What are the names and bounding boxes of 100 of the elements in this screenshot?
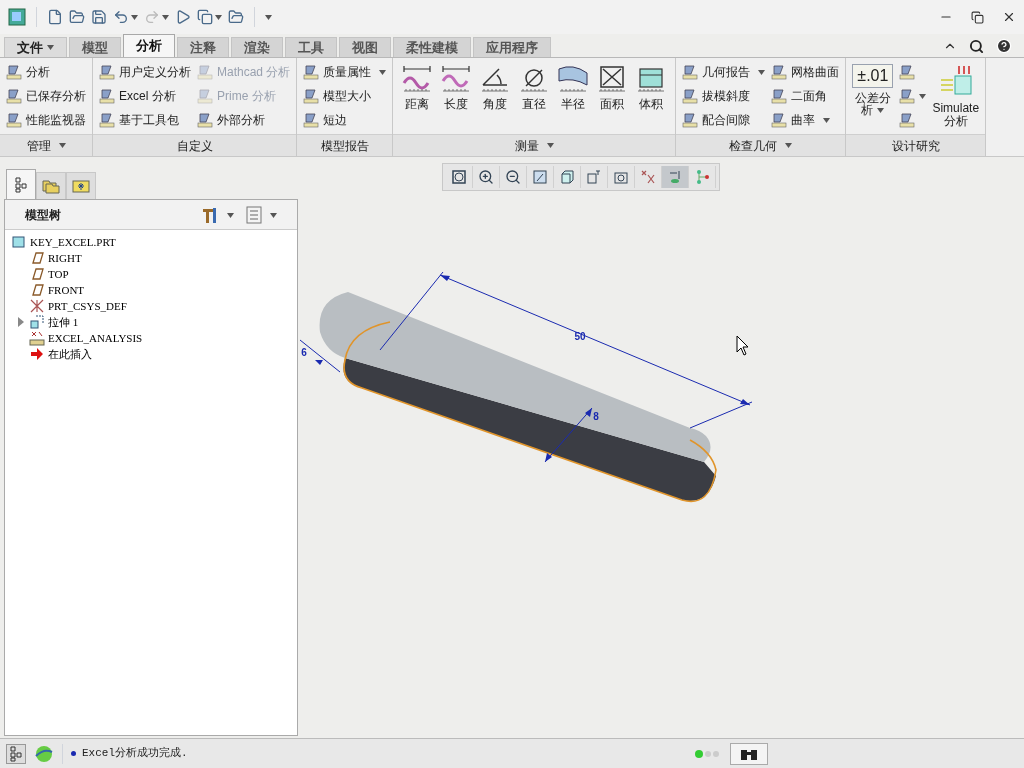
tree-item[interactable]: RIGHT (48, 249, 82, 267)
dropdown-caret-icon (227, 212, 234, 218)
ribbon-button[interactable]: 曲率 (771, 108, 840, 132)
ribbon-button[interactable]: 已保存分析 (6, 84, 86, 108)
ribbon-tab[interactable]: 应用程序 (473, 37, 551, 57)
ribbon-button[interactable]: Simulate 分析 (932, 60, 980, 128)
ribbon-button[interactable]: 角度 (477, 60, 514, 111)
undo-icon (113, 9, 129, 25)
arrow-icon (29, 346, 45, 362)
dropdown-caret-icon (47, 45, 54, 50)
restore-icon[interactable] (971, 10, 984, 24)
windows-icon (197, 9, 213, 25)
tree-item[interactable]: FRONT (48, 281, 85, 299)
dropdown-caret-icon (877, 107, 885, 113)
ribbon-button[interactable]: 面积 (594, 60, 631, 111)
ribbon-button[interactable]: 短边 (303, 108, 387, 132)
plane-icon (29, 250, 45, 266)
app-logo-icon (8, 8, 26, 26)
ribbon-button[interactable]: 质量属性 (303, 60, 387, 84)
tree-item[interactable]: EXCEL_ANALYSIS (48, 329, 143, 347)
ribbon-button[interactable]: 性能监视器 (6, 108, 86, 132)
expand-arrow-icon[interactable] (17, 317, 25, 327)
folders-icon (42, 178, 60, 194)
group-label[interactable]: 管理 (0, 134, 92, 156)
quick-access-button[interactable] (69, 9, 85, 25)
dimension-value: 8 (593, 411, 599, 422)
dropdown-caret-icon (823, 118, 831, 124)
coordinate-system-icon (29, 298, 45, 314)
nodes-icon (694, 169, 710, 185)
file-menu[interactable]: 文件 (4, 37, 67, 57)
ribbon-button[interactable]: 长度 (438, 60, 475, 111)
close-icon[interactable] (1002, 10, 1016, 24)
ribbon-button[interactable]: 配合间隙 (682, 108, 766, 132)
dimension-value: 50 (574, 331, 586, 342)
ribbon-button[interactable]: 基于工具包 (99, 108, 191, 132)
ribbon-button[interactable]: 用户定义分析 (99, 60, 191, 84)
tree-item[interactable]: KEY_EXCEL.PRT (30, 233, 116, 251)
group-label[interactable]: 测量 (393, 134, 676, 156)
ruler-icon (197, 88, 213, 104)
quick-access-button[interactable] (175, 9, 191, 25)
ribbon-button[interactable]: 体积 (633, 60, 670, 111)
cube-loads-icon (938, 64, 973, 98)
binoculars-button[interactable] (730, 742, 768, 765)
redo-icon (144, 9, 160, 25)
ruler-icon (99, 112, 115, 128)
ribbon-tab[interactable]: 视图 (339, 37, 391, 57)
panel-title: 模型树 (25, 206, 61, 224)
navigator-tab[interactable] (6, 169, 36, 199)
measure-icon (440, 64, 473, 94)
ribbon-button[interactable]: 网格曲面 (771, 60, 840, 84)
tree-item[interactable]: TOP (48, 265, 69, 283)
repaint-icon (532, 169, 548, 185)
tree-item[interactable]: PRT_CSYS_DEF (48, 297, 127, 315)
ribbon-button[interactable]: 距离 (399, 60, 436, 111)
ribbon-tab[interactable]: 工具 (285, 37, 337, 57)
tree-icon[interactable] (6, 743, 26, 764)
ribbon-tab[interactable]: 注释 (177, 37, 229, 57)
progress-dots-icon (694, 748, 722, 759)
plane-icon (29, 266, 45, 282)
ribbon-button[interactable]: 分析 (6, 60, 86, 84)
ribbon-tab[interactable]: 分析 (123, 34, 175, 57)
group-label: 自定义 (93, 134, 297, 156)
ribbon-tab[interactable]: 模型 (69, 37, 121, 57)
ruler-icon (6, 88, 22, 104)
quick-access-button[interactable] (228, 9, 244, 25)
ruler-icon (197, 112, 213, 128)
ruler-icon (303, 112, 320, 128)
group-label[interactable]: 检查几何 (676, 134, 846, 156)
tolerance-analysis-button[interactable]: ±.01 公差分析 (852, 60, 894, 116)
ribbon-button[interactable]: 模型大小 (303, 84, 387, 108)
ribbon-button[interactable]: 几何报告 (682, 60, 766, 84)
tools-icon[interactable] (201, 205, 219, 224)
ribbon-button[interactable]: Excel 分析 (99, 84, 191, 108)
ribbon-button[interactable]: 半径 (555, 60, 592, 111)
search-icon[interactable] (969, 38, 984, 54)
navigator-tab[interactable] (36, 172, 66, 199)
ribbon-tab[interactable]: 渲染 (231, 37, 283, 57)
quick-access-button[interactable] (113, 9, 138, 25)
ribbon-button[interactable]: 拔模斜度 (682, 84, 766, 108)
dropdown-caret-icon (546, 143, 554, 148)
play-icon (175, 9, 191, 25)
dropdown-caret-icon (270, 212, 277, 218)
ruler-icon (771, 64, 788, 80)
help-icon[interactable] (996, 38, 1012, 54)
ruler-icon (899, 88, 916, 104)
ribbon-button[interactable]: 二面角 (771, 84, 840, 108)
ribbon-tab[interactable]: 柔性建模 (393, 37, 471, 57)
quick-access-button[interactable] (91, 9, 107, 25)
refit-icon (451, 169, 467, 185)
ribbon-button[interactable]: 直径 (516, 60, 553, 111)
tree-item[interactable]: 拉伸 1 (48, 313, 79, 331)
datum-icon (640, 169, 656, 185)
ribbon-button[interactable]: 外部分析 (197, 108, 291, 132)
quick-access-button[interactable] (47, 9, 63, 25)
tree-item[interactable]: 在此插入 (48, 345, 92, 363)
globe-icon[interactable] (34, 743, 54, 764)
quick-access-button[interactable] (197, 9, 222, 25)
ruler-icon (899, 64, 916, 80)
ruler-icon (682, 88, 699, 104)
ruler-icon (899, 112, 916, 128)
